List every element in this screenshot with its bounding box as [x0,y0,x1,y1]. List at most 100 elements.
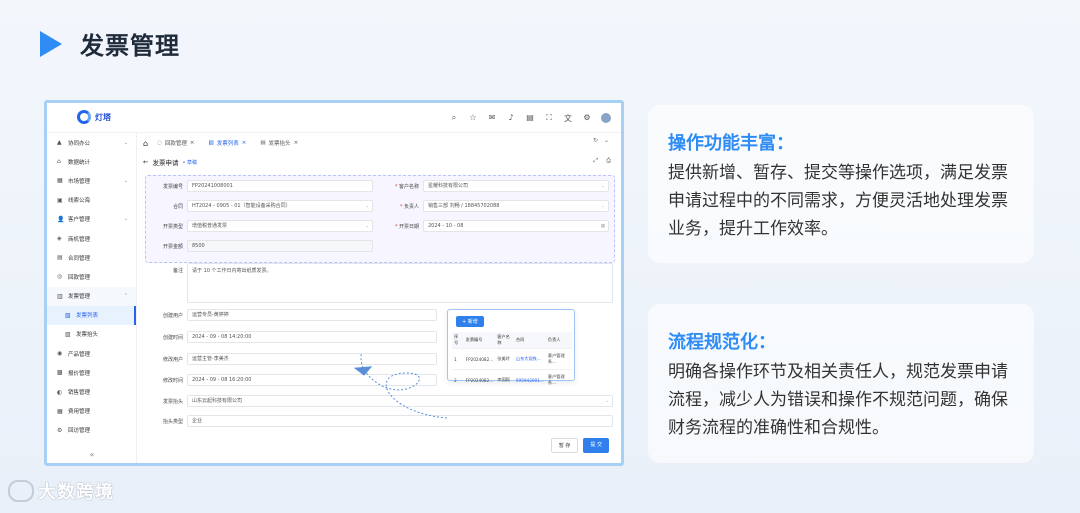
feature-card-operations: 操作功能丰富： 提供新增、暂存、提交等操作选项，满足发票申请过程中的不同需求，方… [648,105,1034,263]
customer-select[interactable]: 星耀科技有限公司 ⌄ [423,180,609,192]
date-picker[interactable]: 2024 - 10 - 08 ▦ [423,220,609,232]
opportunity-icon: ◈ [57,235,62,243]
contract-select[interactable]: HT2024 - 0905 - 01（智能设备采购合同） ⌄ [187,200,373,212]
star-icon[interactable]: ☆ [468,113,478,124]
table-cell-link[interactable]: 595942001... [513,369,546,390]
leads-icon: ▣ [57,196,63,204]
tab-payment[interactable]: ◌ 回款管理 × [152,137,199,149]
watermark-text: 大数跨境 [38,482,114,503]
owner-select[interactable]: 销售三部 刘畅 / 18845702088 ⌄ [423,200,609,212]
sidebar-item[interactable]: 👤 客户管理 ⌄ [47,210,136,229]
sidebar-item[interactable]: ▲ 协同办公 ⌄ [47,133,136,152]
card-body: 提供新增、暂存、提交等操作选项，满足发票申请过程中的不同需求，方便灵活地处理发票… [668,163,1008,239]
search-icon[interactable]: ⌕ [449,113,459,124]
collapse-sidebar-icon[interactable]: « [47,450,137,459]
invoice-popup: + 新增 序号 发票编号 客户名称 合同 负责人 1 FP2024082... … [447,309,575,390]
tab-invoice-title[interactable]: ▤ 发票抬头 × [255,137,303,149]
message-icon[interactable]: ✉ [487,113,497,124]
remark-label: 备注 [172,268,183,274]
add-button[interactable]: + 新增 [456,316,484,327]
chevron-down-icon: ⌄ [123,177,128,184]
sidebar-item[interactable]: ⚙ 回访管理 [47,421,136,440]
column-header: 负责人 [545,332,572,349]
refresh-icon[interactable]: ↻ [593,137,598,144]
sidebar-item-label: 发票管理 [68,294,91,301]
app-screenshot: 灯塔 ⌕ ☆ ✉ ♪ ▤ ⛶ 文 ⚙ ▲ 协同办公 ⌄ ⌂ 数据统计 ▦ 市场管理 ⌄ ▣… [44,100,624,466]
avatar[interactable] [601,113,611,123]
table-cell: 李国毅 [495,369,514,390]
bell-icon[interactable]: ♪ [506,113,516,124]
sidebar-item[interactable]: ▦ 市场管理 ⌄ [47,171,136,190]
translate-icon[interactable]: 文 [563,113,573,124]
date-label: * 开票日期 [394,224,419,230]
creator-label: 创建用户 [162,313,183,319]
sidebar-item[interactable]: ▦ 费用管理 [47,402,136,421]
close-icon[interactable]: × [190,140,195,146]
tab-invoice-list[interactable]: ▧ 发票列表 × [204,137,252,149]
chevron-down-icon: ⌄ [601,184,605,189]
sidebar-item-label: 发票抬头 [76,332,99,339]
close-icon[interactable]: × [242,140,247,146]
sidebar-item[interactable]: ▥ 发票管理 ⌃ [47,286,136,306]
list-icon: ▧ [65,311,71,319]
home-icon: ⌂ [57,158,61,166]
sidebar-item[interactable]: ◈ 商机管理 [47,229,136,248]
sidebar-item-invoice-list[interactable]: ▧ 发票列表 [47,305,136,325]
print-icon[interactable]: ⎙ [606,157,611,165]
home-icon[interactable]: ⌂ [143,139,148,148]
amount-label: 开票金额 [162,244,183,250]
sidebar-item-label: 发票列表 [76,313,99,320]
contract-label: 合同 [172,204,183,210]
table-row[interactable]: 1 FP2024082... 张美玲 山东大观铁... 客户管理系... [452,348,572,370]
sidebar-item[interactable]: ▩ 报价管理 [47,363,136,382]
sidebar-item[interactable]: ◉ 产品管理 [47,344,136,363]
payment-icon: ◎ [57,273,63,281]
page-title: 发票管理 [80,32,180,60]
refresh-icon: ◌ [157,140,162,146]
content-tools: ⤢ ⎙ [593,157,611,165]
sidebar-item[interactable]: ▣ 线索公海 [47,191,136,210]
chevron-down-icon: ⌄ [365,224,369,229]
expand-icon[interactable]: ⤢ [593,157,598,165]
table-cell: 1 [452,348,464,370]
chevron-down-icon[interactable]: ⌄ [604,137,609,144]
sidebar-item[interactable]: ▤ 合同管理 [47,248,136,267]
back-arrow-icon[interactable]: ← [143,158,148,166]
invoice-no-field[interactable]: FP20241008001 [187,180,373,192]
card-title: 流程规范化： [668,332,776,353]
close-icon[interactable]: × [294,140,299,146]
logo-text: 灯塔 [95,112,111,122]
topbar-icons: ⌕ ☆ ✉ ♪ ▤ ⛶ 文 ⚙ [449,113,611,124]
app-logo[interactable]: 灯塔 [77,110,111,124]
customer-label: * 客户名称 [394,184,419,190]
fullscreen-icon[interactable]: ⛶ [544,113,554,124]
modified-label: 修改时间 [162,378,183,384]
breadcrumb: ← 发票申请 • 草稿 [143,157,197,167]
table-cell-link[interactable]: 山东大观铁... [513,348,546,370]
save-draft-button[interactable]: 暂 存 [550,438,579,453]
sidebar-item[interactable]: ⌂ 数据统计 [47,152,136,171]
card-title: 操作功能丰富： [668,133,794,154]
card-body: 明确各操作环节及相关责任人，规范发票申请流程，减少人为错误和操作不规范问题，确保… [668,362,1008,438]
market-icon: ▦ [57,177,63,185]
sidebar-item[interactable]: ▨ 发票抬头 [47,325,136,344]
sidebar-item[interactable]: ◎ 回款管理 [47,267,136,286]
amount-field[interactable]: 8500 [187,240,373,252]
document-icon[interactable]: ▤ [525,113,535,124]
table-row[interactable]: 2 FP2024082... 李国毅 595942001... 客户管理系... [452,369,572,390]
feature-card-process: 流程规范化： 明确各操作环节及相关责任人，规范发票申请流程，减少人为错误和操作不… [648,304,1034,463]
type-select[interactable]: 增值税普通发票 ⌄ [187,220,373,232]
gear-icon[interactable]: ⚙ [582,113,592,124]
sidebar-item[interactable]: ◐ 销售管理 [47,382,136,401]
sales-icon: ◐ [57,388,63,396]
watermark: 大数跨境 [8,478,114,504]
column-header: 客户名称 [495,332,514,349]
invoice-table: 序号 发票编号 客户名称 合同 负责人 1 FP2024082... 张美玲 山… [452,332,572,390]
submit-button[interactable]: 提 交 [583,438,609,453]
header-arrow-icon [40,31,62,57]
chevron-down-icon: ⌄ [123,216,128,223]
invoice-title-value: 山东云起科技有限公司 [192,398,243,404]
tab-label: 回款管理 [164,141,187,147]
sidebar-item-label: 合同管理 [68,255,91,262]
form-title: 发票申请 [152,159,179,167]
